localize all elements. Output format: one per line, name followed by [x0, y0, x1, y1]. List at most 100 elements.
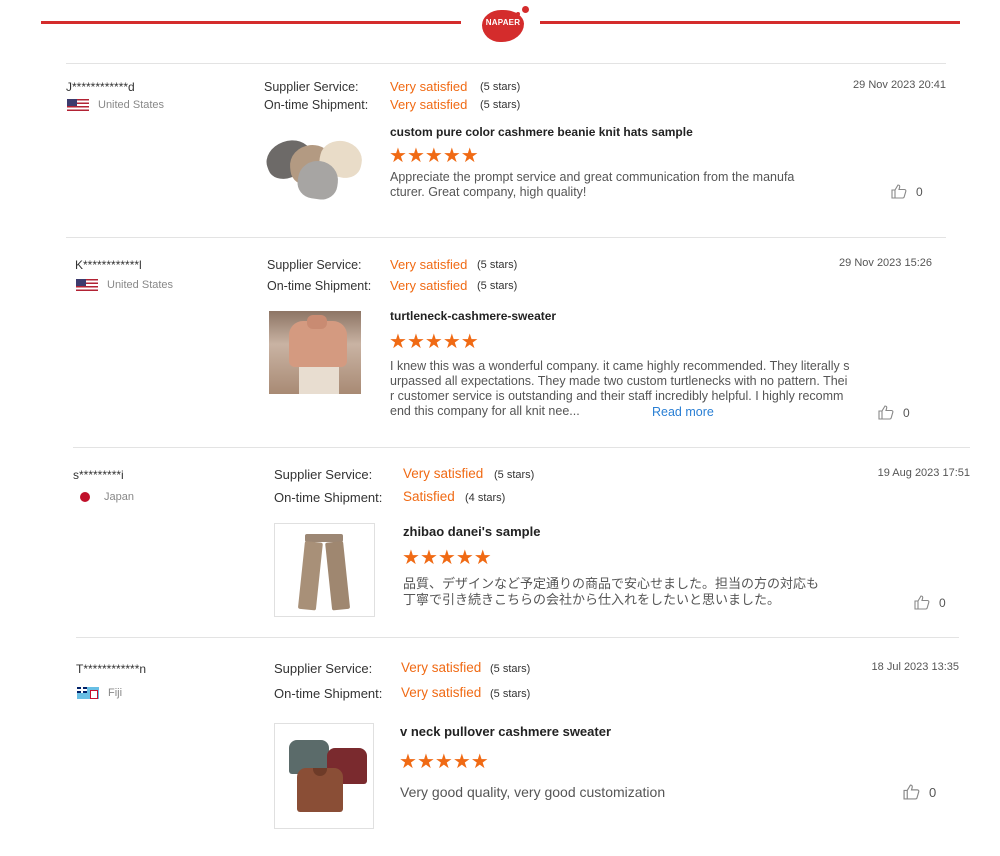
rating-stars: ★ ★ ★ ★ ★: [399, 751, 489, 773]
review-divider: [73, 447, 970, 448]
brand-logo[interactable]: NAPAER: [478, 2, 538, 46]
reviewer-country: Japan: [78, 490, 134, 504]
read-more-link[interactable]: Read more: [652, 405, 714, 419]
comment-line: Appreciate the prompt service and great …: [390, 170, 795, 184]
reviewer-country: Fiji: [77, 687, 122, 699]
product-title: custom pure color cashmere beanie knit h…: [390, 125, 693, 139]
review-date: 18 Jul 2023 13:35: [871, 661, 959, 673]
ontime-shipment-label: On-time Shipment:: [274, 686, 383, 701]
header-divider-left: [41, 21, 461, 24]
country-name: Fiji: [108, 687, 123, 699]
review-date: 19 Aug 2023 17:51: [877, 467, 970, 479]
star-icon: ★: [470, 751, 489, 773]
supplier-service-stars: (5 stars): [494, 469, 535, 481]
star-icon: ★: [406, 331, 425, 353]
country-name: United States: [98, 99, 165, 111]
ontime-shipment-rating: Very satisfied: [390, 278, 468, 293]
supplier-service-label: Supplier Service:: [267, 258, 362, 272]
product-thumbnail[interactable]: [274, 523, 375, 617]
reviewer-name: s*********i: [73, 468, 124, 482]
supplier-service-label: Supplier Service:: [274, 467, 373, 482]
ontime-shipment-label: On-time Shipment:: [267, 279, 372, 293]
thumbs-up-icon: [914, 595, 930, 610]
thumbs-up-icon: [878, 405, 894, 420]
supplier-service-stars: (5 stars): [490, 663, 531, 675]
us-flag-icon: [67, 99, 89, 111]
star-icon: ★: [437, 547, 456, 569]
comment-line: r customer service is outstanding and th…: [390, 389, 844, 403]
star-icon: ★: [419, 547, 438, 569]
reviewer-name: J************d: [66, 80, 135, 94]
like-button[interactable]: 0: [891, 184, 923, 199]
us-flag-icon: [76, 279, 98, 291]
product-thumbnail[interactable]: [274, 723, 374, 829]
rating-stars: ★ ★ ★ ★ ★: [402, 547, 492, 569]
product-title: zhibao danei's sample: [403, 524, 541, 539]
ontime-shipment-rating: Very satisfied: [390, 97, 468, 112]
trousers-shape: [299, 367, 339, 394]
review-date: 29 Nov 2023 20:41: [853, 79, 946, 91]
like-count: 0: [916, 184, 923, 199]
supplier-service-rating: Very satisfied: [390, 257, 468, 272]
star-icon: ★: [399, 751, 417, 773]
review-comment: Very good quality, very good customizati…: [400, 784, 800, 801]
product-thumbnail[interactable]: [262, 131, 370, 203]
star-icon: ★: [442, 331, 461, 353]
rating-stars: ★ ★ ★ ★ ★: [389, 331, 479, 353]
ontime-shipment-label: On-time Shipment:: [264, 98, 369, 112]
country-name: Japan: [104, 491, 134, 503]
comment-line: cturer. Great company, high quality!: [390, 185, 587, 199]
star-icon: ★: [389, 145, 407, 167]
review-divider: [76, 637, 959, 638]
logo-dot: [516, 12, 520, 16]
reviewer-name: K************l: [75, 258, 142, 272]
ontime-shipment-stars: (5 stars): [477, 280, 518, 292]
ontime-shipment-stars: (5 stars): [490, 688, 531, 700]
like-button[interactable]: 0: [914, 595, 946, 610]
logo-text: NAPAER: [485, 18, 521, 27]
country-name: United States: [107, 279, 174, 291]
supplier-service-rating: Very satisfied: [403, 466, 484, 481]
like-button[interactable]: 0: [878, 405, 910, 420]
supplier-service-stars: (5 stars): [480, 81, 521, 93]
star-icon: ★: [442, 145, 461, 167]
star-icon: ★: [460, 331, 479, 353]
review-comment: I knew this was a wonderful company. it …: [390, 359, 880, 419]
supplier-service-rating: Very satisfied: [390, 79, 468, 94]
review-comment: 品質、デザインなど予定通りの商品で安心せました。担当の方の対応も 丁寧で引き続き…: [403, 576, 873, 608]
comment-line: Very good quality, very good customizati…: [400, 784, 666, 800]
ontime-shipment-label: On-time Shipment:: [274, 490, 383, 505]
thumbs-up-icon: [903, 784, 920, 800]
japan-flag-icon: [78, 490, 92, 504]
thumbs-up-icon: [891, 184, 907, 199]
reviewer-country: United States: [67, 99, 164, 111]
review-divider: [66, 237, 946, 238]
header-divider-right: [540, 21, 960, 24]
comment-line: I knew this was a wonderful company. it …: [390, 359, 850, 373]
product-thumbnail[interactable]: [269, 311, 361, 394]
star-icon: ★: [424, 331, 443, 353]
comment-line: urpassed all expectations. They made two…: [390, 374, 848, 388]
rating-stars: ★ ★ ★ ★ ★: [389, 145, 479, 167]
trouser-leg: [297, 541, 323, 611]
comment-line: 丁寧で引き続きこちらの会社から仕入れをしたいと思いました。: [403, 592, 781, 607]
sweater-collar: [307, 315, 327, 329]
product-title: turtleneck-cashmere-sweater: [390, 309, 557, 323]
like-button[interactable]: 0: [903, 784, 936, 800]
star-icon: ★: [473, 547, 492, 569]
like-count: 0: [929, 784, 937, 800]
star-icon: ★: [402, 547, 420, 569]
trouser-leg: [325, 541, 351, 611]
comment-line: 品質、デザインなど予定通りの商品で安心せました。担当の方の対応も: [403, 576, 820, 591]
logo-dot: [522, 6, 529, 13]
star-icon: ★: [460, 145, 479, 167]
reviewer-country: United States: [76, 279, 173, 291]
product-title: v neck pullover cashmere sweater: [400, 724, 612, 739]
review-comment: Appreciate the prompt service and great …: [390, 170, 840, 200]
star-icon: ★: [434, 751, 453, 773]
supplier-service-label: Supplier Service:: [264, 80, 359, 94]
supplier-service-rating: Very satisfied: [401, 660, 482, 675]
star-icon: ★: [424, 145, 443, 167]
star-icon: ★: [455, 547, 474, 569]
star-icon: ★: [406, 145, 425, 167]
